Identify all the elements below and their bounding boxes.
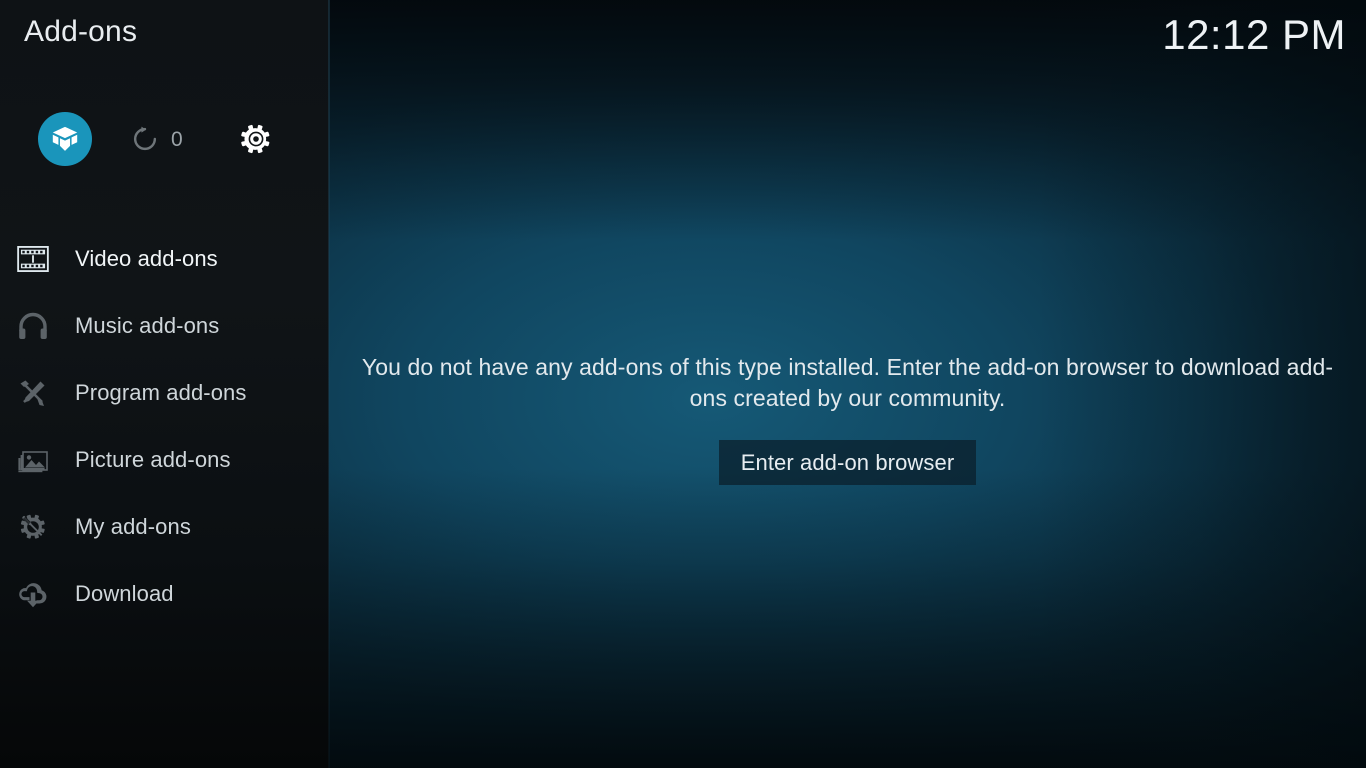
update-count: 0 — [171, 127, 183, 151]
sidebar-item-label: Video add-ons — [75, 245, 218, 271]
sidebar-item-my-addons[interactable]: My add-ons — [0, 493, 329, 560]
sidebar-item-label: Music add-ons — [75, 312, 220, 338]
enter-addon-browser-button[interactable]: Enter add-on browser — [718, 440, 977, 485]
refresh-icon — [133, 126, 157, 151]
sidebar-item-label: Picture add-ons — [75, 446, 231, 472]
gear-icon — [241, 124, 270, 154]
open-box-icon — [52, 126, 78, 151]
sidebar-divider — [328, 0, 330, 768]
sidebar-item-download[interactable]: Download — [0, 560, 329, 627]
cloud-download-icon — [16, 577, 50, 611]
sidebar-item-picture-addons[interactable]: Picture add-ons — [0, 426, 329, 493]
sidebar-nav: Video add-ons Music add-ons Program add-… — [0, 225, 329, 627]
sidebar-item-video-addons[interactable]: Video add-ons — [0, 225, 329, 292]
content-area: You do not have any add-ons of this type… — [329, 0, 1366, 768]
sidebar-item-label: My add-ons — [75, 513, 191, 539]
headphones-icon — [16, 309, 50, 343]
pencil-ruler-icon — [16, 376, 50, 410]
addon-browser-button[interactable] — [38, 110, 92, 168]
sidebar-action-bar: 0 — [0, 110, 329, 168]
sidebar: Add-ons 0 Video add-ons Music add-ons Pr… — [0, 0, 329, 768]
gear-screwdriver-icon — [16, 510, 50, 544]
page-title: Add-ons — [24, 15, 138, 48]
addon-settings-button[interactable] — [240, 110, 272, 168]
empty-state: You do not have any add-ons of this type… — [329, 352, 1366, 485]
photo-stack-icon — [16, 443, 50, 477]
clock: 12:12 PM — [1162, 11, 1346, 58]
kodi-addons-screen: 12:12 PM Add-ons 0 Video add-ons Music a… — [0, 0, 1366, 768]
film-strip-icon — [16, 242, 50, 276]
check-updates-button[interactable]: 0 — [130, 110, 183, 168]
sidebar-item-music-addons[interactable]: Music add-ons — [0, 292, 329, 359]
sidebar-item-label: Program add-ons — [75, 379, 247, 405]
sidebar-item-program-addons[interactable]: Program add-ons — [0, 359, 329, 426]
sidebar-item-label: Download — [75, 580, 174, 606]
empty-state-message: You do not have any add-ons of this type… — [361, 354, 1334, 411]
addon-browser-badge — [38, 112, 92, 166]
